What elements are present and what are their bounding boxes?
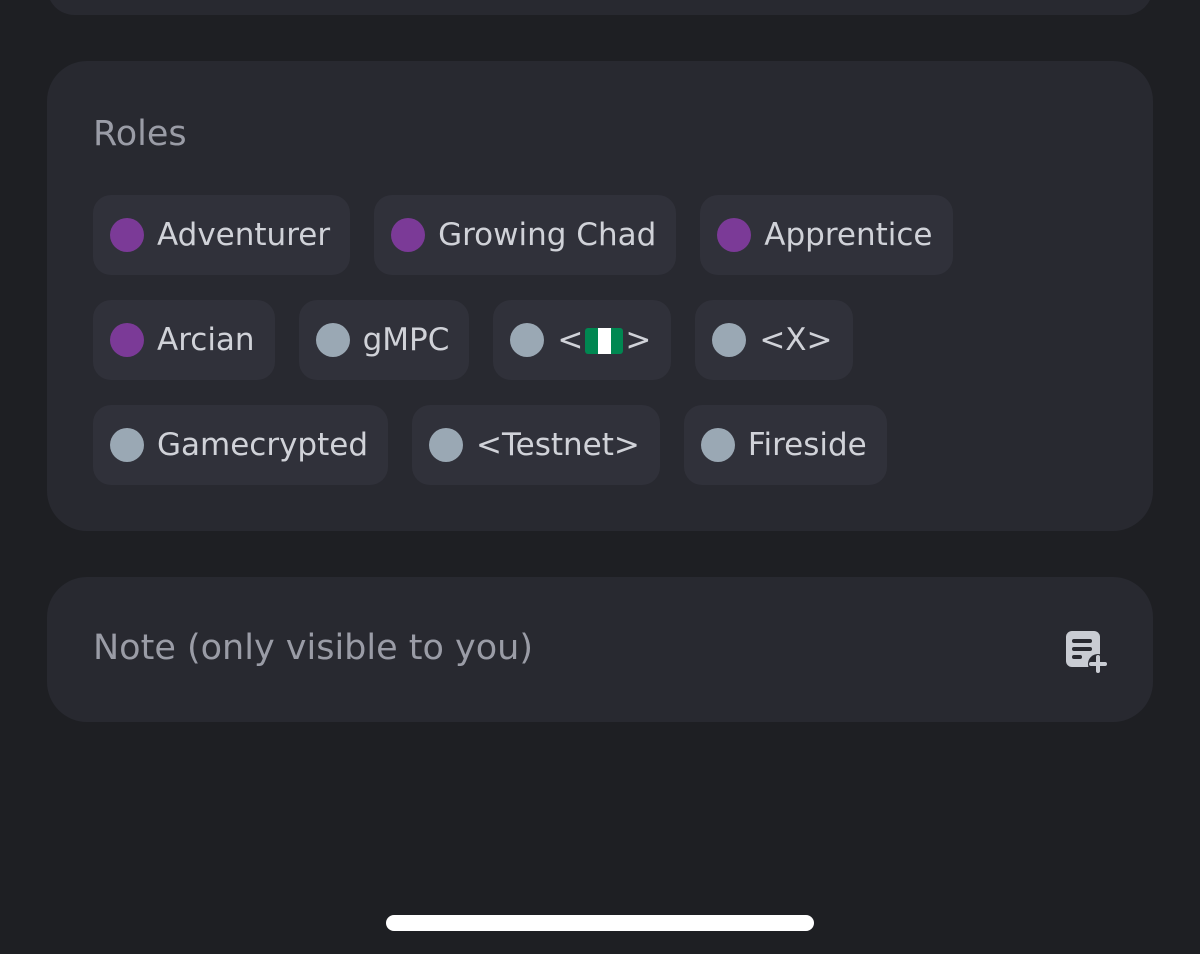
role-label: Growing Chad <box>438 216 657 253</box>
nigeria-flag-icon <box>585 328 624 354</box>
role-color-dot <box>315 323 350 357</box>
role-chip-nigeria[interactable]: < > <box>493 300 672 380</box>
add-note-icon-graphic <box>1066 631 1108 674</box>
flag-stripe-green <box>610 328 624 354</box>
role-chip-testnet[interactable]: <Testnet> <box>412 405 660 485</box>
role-label: Apprentice <box>764 216 933 253</box>
role-label: <Testnet> <box>476 426 640 463</box>
role-chip-fireside[interactable]: Fireside <box>683 405 887 485</box>
roles-row: Arcian gMPC < > <X> <box>93 300 1107 380</box>
role-color-dot <box>110 323 144 357</box>
roles-card: Roles Adventurer Growing Chad Apprentice… <box>47 61 1153 531</box>
role-label: < > <box>557 321 652 358</box>
add-note-icon[interactable] <box>1063 629 1109 675</box>
role-color-dot <box>510 323 545 357</box>
flag-stripe-white <box>598 328 611 354</box>
role-color-dot <box>712 323 747 357</box>
role-color-dot <box>700 428 735 462</box>
role-label: Fireside <box>747 426 867 463</box>
role-label: Adventurer <box>157 216 331 253</box>
role-chip-adventurer[interactable]: Adventurer <box>93 195 351 275</box>
role-chip-gmpc[interactable]: gMPC <box>298 300 470 380</box>
flag-stripe-green <box>585 328 598 354</box>
role-color-dot <box>110 218 144 252</box>
note-placeholder: Note (only visible to you) <box>93 628 534 668</box>
note-field[interactable]: Note (only visible to you) <box>47 577 1153 722</box>
role-color-dot <box>717 218 752 252</box>
roles-title: Roles <box>93 114 187 154</box>
role-label: gMPC <box>362 321 450 358</box>
role-chip-arcian[interactable]: Arcian <box>93 300 275 380</box>
home-indicator[interactable] <box>386 915 814 931</box>
role-color-dot <box>110 428 144 462</box>
role-chip-x[interactable]: <X> <box>695 300 853 380</box>
role-label: Arcian <box>157 321 255 358</box>
roles-list: Adventurer Growing Chad Apprentice Arcia… <box>93 195 1107 510</box>
previous-section-card <box>47 0 1153 15</box>
role-label: <X> <box>759 321 833 358</box>
roles-row: Gamecrypted <Testnet> Fireside <box>93 405 1107 485</box>
role-label-suffix: > <box>625 321 652 358</box>
role-label: Gamecrypted <box>157 426 369 463</box>
role-label-prefix: < <box>557 321 584 358</box>
role-color-dot <box>429 428 464 462</box>
role-chip-growing-chad[interactable]: Growing Chad <box>374 195 677 275</box>
roles-row: Adventurer Growing Chad Apprentice <box>93 195 1107 275</box>
role-chip-apprentice[interactable]: Apprentice <box>700 195 953 275</box>
role-color-dot <box>391 218 426 252</box>
role-chip-gamecrypted[interactable]: Gamecrypted <box>93 405 389 485</box>
